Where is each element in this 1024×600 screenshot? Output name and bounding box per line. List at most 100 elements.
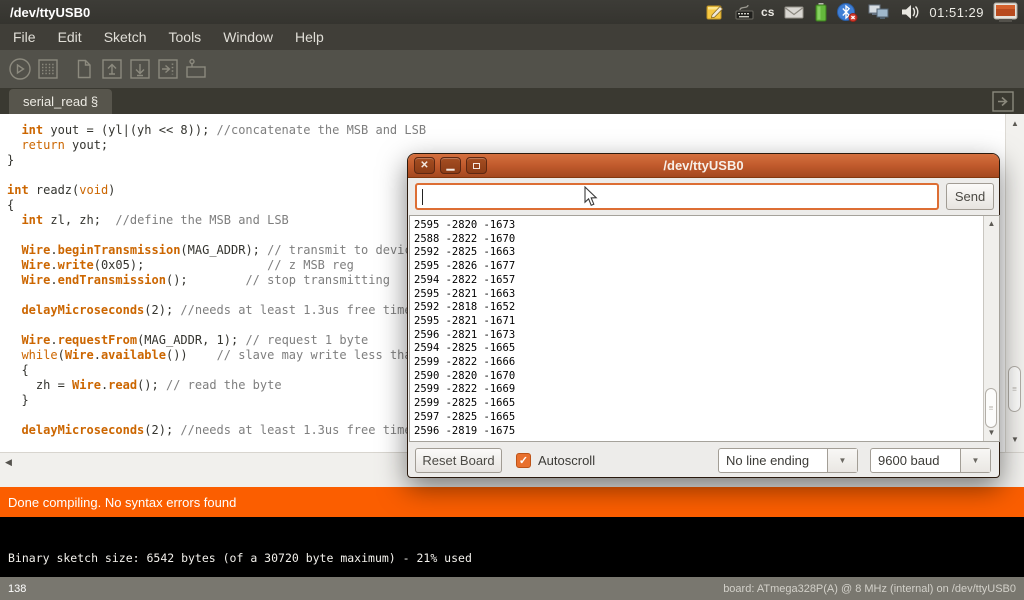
serial-monitor-titlebar[interactable]: /dev/ttyUSB0 ✕ ▁ [408, 154, 999, 178]
serial-scrollbar[interactable]: ▲ ≡ ▼ [983, 216, 999, 441]
serial-line: 2596 -2819 -1675 [414, 425, 999, 439]
tab-bar: serial_read § [0, 88, 1024, 114]
menu-item-file[interactable]: File [2, 24, 47, 50]
code-segment: readz( [29, 183, 80, 197]
serial-input[interactable] [415, 183, 939, 210]
minimize-button[interactable]: ▁ [440, 157, 461, 174]
baud-select[interactable]: 9600 baud ▼ [870, 448, 991, 473]
code-segment: int [21, 213, 43, 227]
code-segment: { [7, 198, 14, 212]
toolbar-open-button[interactable] [99, 56, 125, 82]
menu-bar: FileEditSketchToolsWindowHelp [0, 24, 1024, 50]
toolbar-save-button[interactable] [127, 56, 153, 82]
footer-bar: 138 board: ATmega328P(A) @ 8 MHz (intern… [0, 577, 1024, 600]
serial-monitor-icon [183, 57, 209, 81]
toolbar-upload-button[interactable] [155, 56, 181, 82]
code-segment: (0x05); [94, 258, 267, 272]
tab-menu-button[interactable] [992, 91, 1014, 112]
battery-icon[interactable] [814, 2, 828, 22]
line-ending-select[interactable]: No line ending ▼ [718, 448, 858, 473]
toolbar-new-button[interactable] [71, 56, 97, 82]
line-number: 138 [0, 583, 723, 595]
code-segment: Wire [21, 273, 50, 287]
baud-value: 9600 baud [871, 449, 960, 472]
code-segment [7, 138, 21, 152]
code-segment: available [101, 348, 166, 362]
code-segment: while [21, 348, 57, 362]
clock[interactable]: 01:51:29 [929, 5, 984, 20]
editor-vertical-scrollbar[interactable]: ▲ ≡ ▼ [1005, 114, 1024, 452]
scroll-down-icon[interactable]: ▼ [1006, 436, 1024, 444]
serial-line: 2595 -2820 -1673 [414, 219, 999, 233]
mail-icon[interactable] [783, 3, 805, 21]
bluetooth-icon[interactable] [837, 2, 858, 22]
system-tray: cs 01:51:29 [705, 2, 1024, 23]
code-segment [7, 123, 21, 137]
autoscroll-label: Autoscroll [538, 453, 595, 468]
serial-line: 2595 -2826 -1677 [414, 260, 999, 274]
volume-icon[interactable] [900, 2, 920, 22]
send-button[interactable]: Send [946, 183, 994, 210]
code-segment [7, 333, 21, 347]
autoscroll-checkbox[interactable]: ✓ [516, 453, 531, 468]
serial-output[interactable]: 2595 -2820 -16732588 -2822 -16702592 -28… [409, 215, 1000, 442]
serial-line: 2594 -2825 -1665 [414, 342, 999, 356]
network-icon[interactable] [867, 2, 891, 22]
serial-line: 2592 -2818 -1652 [414, 301, 999, 315]
keyboard-layout-icon[interactable] [734, 2, 756, 22]
toolbar-serial-monitor-button[interactable] [183, 56, 209, 82]
save-icon [128, 57, 152, 81]
code-segment: Wire [65, 348, 94, 362]
mouse-cursor [584, 186, 598, 212]
close-button[interactable]: ✕ [414, 157, 435, 174]
menu-item-tools[interactable]: Tools [158, 24, 213, 50]
code-segment: // z MSB reg [267, 258, 354, 272]
code-segment: // slave may write less than [217, 348, 419, 362]
code-segment: } [7, 153, 14, 167]
scroll-up-icon[interactable]: ▲ [984, 220, 999, 228]
serial-line: 2592 -2825 -1663 [414, 246, 999, 260]
code-segment: Wire [21, 243, 50, 257]
tab-serial-read[interactable]: serial_read § [9, 89, 112, 114]
scroll-up-icon[interactable]: ▲ [1006, 120, 1024, 128]
menu-item-help[interactable]: Help [284, 24, 335, 50]
code-segment: yout = (yl|(yh << 8)); [43, 123, 216, 137]
code-line: int yout = (yl|(yh << 8)); //concatenate… [7, 123, 1024, 138]
code-segment: // read the byte [166, 378, 282, 392]
notes-icon[interactable] [705, 2, 725, 22]
scroll-left-icon[interactable]: ◀ [5, 457, 12, 468]
menu-item-window[interactable]: Window [212, 24, 284, 50]
code-segment: beginTransmission [58, 243, 181, 257]
maximize-button[interactable] [466, 157, 487, 174]
menu-item-sketch[interactable]: Sketch [93, 24, 158, 50]
serial-monitor-controls: Reset Board ✓ Autoscroll No line ending … [408, 448, 999, 473]
serial-line: 2599 -2822 -1666 [414, 356, 999, 370]
code-segment: ()) [166, 348, 217, 362]
send-button-label: Send [955, 189, 985, 204]
menu-item-edit[interactable]: Edit [47, 24, 93, 50]
chevron-down-icon[interactable]: ▼ [827, 449, 857, 472]
reset-board-button[interactable]: Reset Board [415, 448, 502, 473]
code-segment: zh = [7, 378, 72, 392]
code-segment: (2); [144, 303, 180, 317]
scroll-down-icon[interactable]: ▼ [984, 429, 999, 437]
code-segment: ( [58, 348, 65, 362]
editor-scrollbar-thumb[interactable]: ≡ [1008, 366, 1021, 412]
code-segment: . [50, 273, 57, 287]
upload-icon [156, 57, 180, 81]
arrow-right-box-icon [992, 91, 1014, 112]
code-segment: zl, zh; [43, 213, 115, 227]
open-icon [100, 57, 124, 81]
serial-scrollbar-thumb[interactable]: ≡ [985, 388, 997, 428]
serial-line: 2599 -2822 -1669 [414, 383, 999, 397]
toolbar-verify-button[interactable] [7, 56, 33, 82]
code-line: return yout; [7, 138, 1024, 153]
chevron-down-icon[interactable]: ▼ [960, 449, 990, 472]
code-segment: Wire [21, 258, 50, 272]
keyboard-layout-label[interactable]: cs [761, 5, 774, 19]
code-segment [7, 423, 21, 437]
session-icon[interactable] [993, 2, 1018, 23]
code-segment: (); [166, 273, 245, 287]
code-segment: //define the MSB and LSB [115, 213, 288, 227]
toolbar-stop-button[interactable] [35, 56, 61, 82]
